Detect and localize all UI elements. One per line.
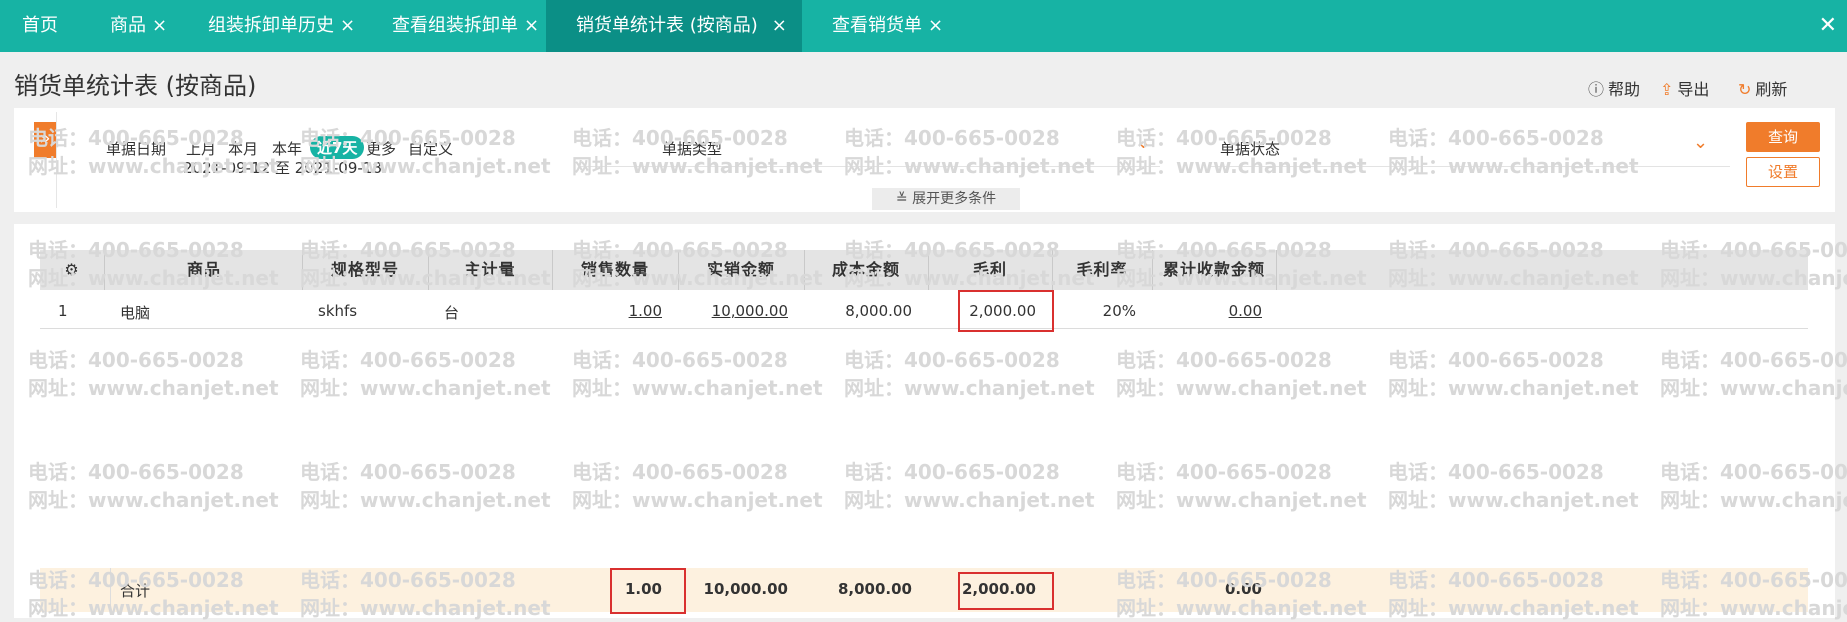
cell-margin: 20% xyxy=(1102,302,1136,320)
col-sep xyxy=(110,568,111,612)
tab-view-assembly[interactable]: 查看组装拆卸单 × xyxy=(392,0,539,52)
column-header-gross-profit[interactable]: 毛利 xyxy=(928,250,1052,290)
row-index: 1 xyxy=(58,302,68,320)
doc-status-label: 单据状态 xyxy=(1220,140,1281,158)
column-header-sales-amount[interactable]: 实销金额 xyxy=(678,250,804,290)
doc-type-underline xyxy=(580,166,1160,167)
totals-sales-amount: 10,000.00 xyxy=(703,580,788,598)
refresh-button[interactable]: ↻ 刷新 xyxy=(1738,76,1787,100)
col-sep xyxy=(104,250,105,290)
doc-type-dropdown-icon[interactable]: ⌄ xyxy=(1136,132,1151,153)
column-header-margin[interactable]: 毛利率 xyxy=(1052,250,1152,290)
tab-products[interactable]: 商品 × xyxy=(110,0,167,52)
close-icon[interactable]: × xyxy=(772,15,787,36)
tab-sales-stats-by-product[interactable]: 销货单统计表 (按商品) × xyxy=(546,0,802,52)
cell-qty-link[interactable]: 1.00 xyxy=(552,302,662,320)
date-option-this-year[interactable]: 本年 xyxy=(272,138,302,159)
help-icon: ⓘ xyxy=(1588,80,1605,99)
page-title: 销货单统计表 (按商品) xyxy=(14,72,257,100)
query-button[interactable]: 查询 xyxy=(1746,122,1820,152)
refresh-label: 刷新 xyxy=(1755,80,1788,99)
column-header-qty[interactable]: 销售数量 xyxy=(552,250,678,290)
date-option-more[interactable]: 更多 xyxy=(366,138,396,159)
tab-home[interactable]: 首页 xyxy=(22,0,58,52)
export-button[interactable]: ⇪ 导出 xyxy=(1660,76,1709,100)
close-icon[interactable]: × xyxy=(340,15,355,36)
divider xyxy=(56,112,57,208)
column-settings-icon[interactable]: ⚙ xyxy=(60,250,84,290)
chevron-down-icon: ≚ xyxy=(895,191,913,207)
more-conditions-label: 展开更多条件 xyxy=(912,191,997,207)
highlight-box xyxy=(610,568,686,614)
refresh-icon: ↻ xyxy=(1738,80,1752,99)
more-conditions-button[interactable]: ≚ 展开更多条件 xyxy=(872,188,1020,210)
settings-button[interactable]: 设置 xyxy=(1746,157,1820,187)
close-window-icon[interactable]: ✕ xyxy=(1819,0,1837,52)
col-sep xyxy=(1276,250,1277,290)
totals-label: 合计 xyxy=(120,582,151,600)
date-range: 2021-09-12 至 2021-09-18 xyxy=(183,159,382,177)
column-header-cost-amount[interactable]: 成本金额 xyxy=(804,250,928,290)
close-icon[interactable]: × xyxy=(152,15,167,36)
tab-view-sales-order[interactable]: 查看销货单 × xyxy=(832,0,943,52)
tab-label: 商品 xyxy=(110,15,146,36)
close-icon[interactable]: × xyxy=(524,15,539,36)
tab-label: 组装拆卸单历史 xyxy=(208,15,334,36)
tab-label: 查看销货单 xyxy=(832,15,922,36)
help-button[interactable]: ⓘ 帮助 xyxy=(1588,76,1640,100)
totals-received: 0.00 xyxy=(1224,580,1262,598)
cell-unit: 台 xyxy=(444,304,460,322)
export-label: 导出 xyxy=(1677,80,1710,99)
date-option-last-month[interactable]: 上月 xyxy=(186,138,216,159)
help-label: 帮助 xyxy=(1608,80,1641,99)
tab-label: 查看组装拆卸单 xyxy=(392,15,518,36)
highlight-box xyxy=(958,572,1054,610)
date-option-last-7-days[interactable]: 近7天 xyxy=(310,136,365,159)
close-icon[interactable]: × xyxy=(928,15,943,36)
tab-label: 销货单统计表 (按商品) xyxy=(576,15,758,36)
doc-type-label: 单据类型 xyxy=(662,140,723,158)
column-header-product[interactable]: 商品 xyxy=(106,250,302,290)
column-header-unit[interactable]: 主计量 xyxy=(428,250,552,290)
totals-row xyxy=(40,568,1808,612)
cell-product: 电脑 xyxy=(120,304,151,322)
tab-assembly-history[interactable]: 组装拆卸单历史 × xyxy=(208,0,355,52)
row-divider xyxy=(40,328,1808,329)
cell-sales-amount-link[interactable]: 10,000.00 xyxy=(678,302,788,320)
tab-label: 首页 xyxy=(22,15,58,36)
totals-cost-amount: 8,000.00 xyxy=(837,580,912,598)
cell-received-link[interactable]: 0.00 xyxy=(1152,302,1262,320)
export-icon: ⇪ xyxy=(1660,80,1674,99)
cell-spec: skhfs xyxy=(318,302,358,320)
column-header-received[interactable]: 累计收款金额 xyxy=(1152,250,1276,290)
highlight-box xyxy=(958,290,1054,332)
expand-sidebar-toggle[interactable]: » xyxy=(34,122,56,158)
date-option-custom[interactable]: 自定义 xyxy=(408,138,453,159)
doc-status-dropdown-icon[interactable]: ⌄ xyxy=(1693,132,1708,153)
date-option-this-month[interactable]: 本月 xyxy=(228,138,258,159)
column-header-spec[interactable]: 规格型号 xyxy=(302,250,428,290)
cell-cost-amount: 8,000.00 xyxy=(845,302,912,320)
doc-status-underline xyxy=(1210,166,1730,167)
date-label: 单据日期 xyxy=(106,140,167,158)
